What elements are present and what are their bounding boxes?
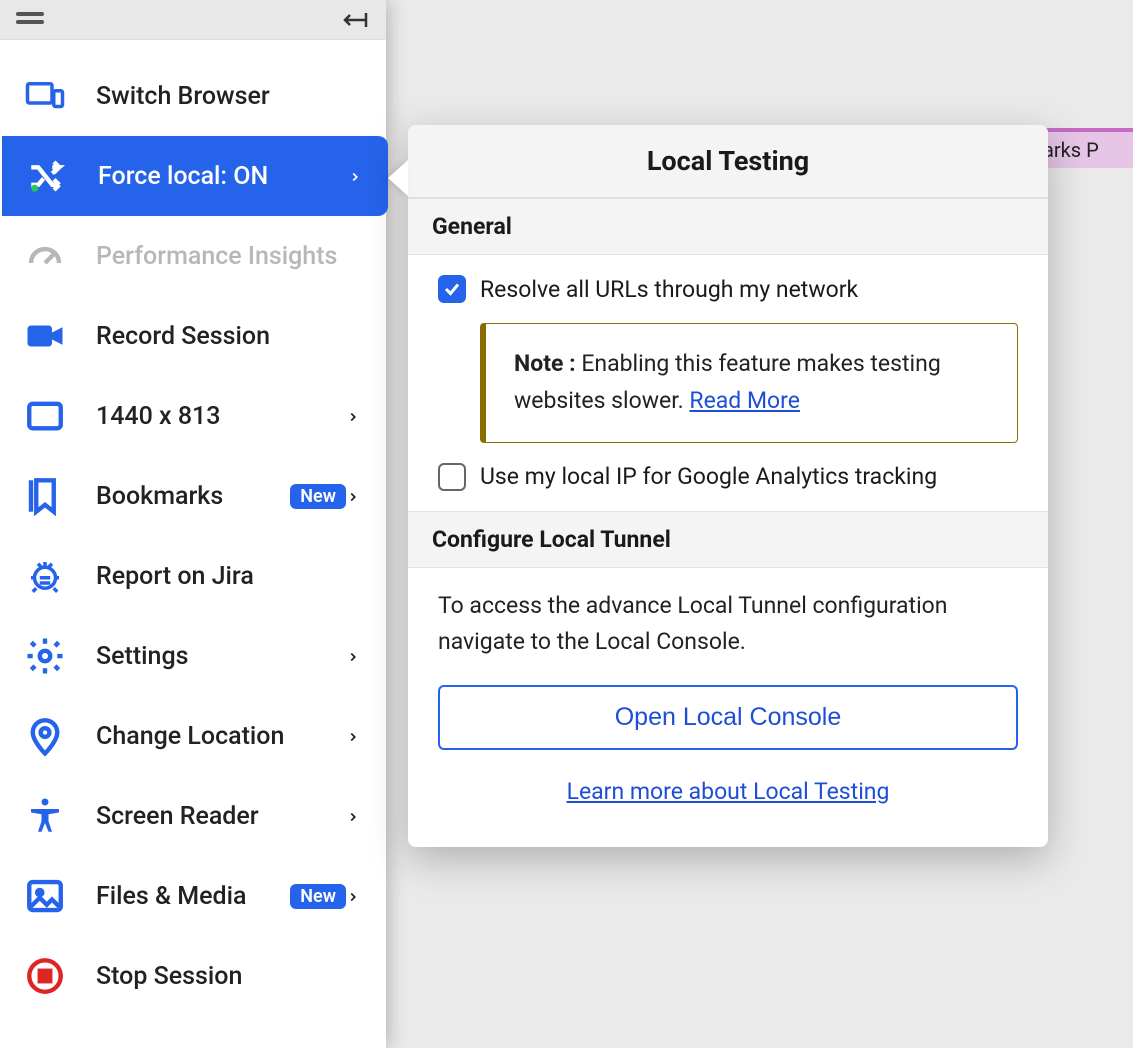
collapse-icon[interactable] [342, 10, 370, 30]
devices-icon [24, 75, 66, 117]
ga-ip-checkbox[interactable] [438, 463, 466, 491]
learn-more-link[interactable]: Learn more about Local Testing [438, 778, 1018, 827]
sidebar-item-label: Change Location [96, 722, 346, 751]
gauge-icon [24, 235, 66, 277]
chevron-right-icon [348, 162, 364, 191]
sidebar-item-files-media[interactable]: Files & Media New [0, 856, 386, 936]
sidebar-item-1440-x-813[interactable]: 1440 x 813 [0, 376, 386, 456]
open-local-console-button[interactable]: Open Local Console [438, 685, 1018, 750]
sidebar-item-bookmarks[interactable]: Bookmarks New [0, 456, 386, 536]
resolve-urls-checkbox[interactable] [438, 275, 466, 303]
chevron-right-icon [346, 722, 362, 751]
gear-icon [24, 635, 66, 677]
sidebar-item-label: Force local: ON [98, 162, 348, 191]
sidebar-item-label: Screen Reader [96, 802, 346, 831]
sidebar-item-label: Files & Media [96, 882, 278, 911]
section-general-heading: General [408, 198, 1048, 255]
chevron-right-icon [346, 802, 362, 831]
sidebar-item-stop-session[interactable]: Stop Session [0, 936, 386, 1016]
chevron-right-icon [346, 402, 362, 431]
sidebar-item-report-on-jira[interactable]: Report on Jira [0, 536, 386, 616]
new-badge: New [290, 884, 346, 909]
aspect-icon [24, 395, 66, 437]
section-tunnel-heading: Configure Local Tunnel [408, 511, 1048, 568]
sidebar-item-performance-insights: Performance Insights [0, 216, 386, 296]
check-icon [443, 280, 461, 298]
bug-icon [24, 555, 66, 597]
resolve-urls-label: Resolve all URLs through my network [480, 276, 858, 303]
new-badge: New [290, 484, 346, 509]
sidebar-item-label: Performance Insights [96, 242, 362, 271]
read-more-link[interactable]: Read More [689, 387, 800, 414]
sidebar-item-label: Bookmarks [96, 482, 278, 511]
flyout-title: Local Testing [408, 125, 1048, 198]
bookmark-icon [24, 475, 66, 517]
video-icon [24, 315, 66, 357]
tunnel-description: To access the advance Local Tunnel confi… [438, 588, 1018, 662]
sidebar-panel: Switch Browser Force local: ON Performance… [0, 0, 386, 1048]
pin-icon [24, 715, 66, 757]
sidebar-item-screen-reader[interactable]: Screen Reader [0, 776, 386, 856]
sidebar-item-label: 1440 x 813 [96, 402, 346, 431]
note-box: Note : Enabling this feature makes testi… [480, 323, 1018, 443]
sidebar-item-settings[interactable]: Settings [0, 616, 386, 696]
sidebar-item-force-local-on[interactable]: Force local: ON [2, 136, 388, 216]
chevron-right-icon [346, 642, 362, 671]
chevron-right-icon [346, 482, 362, 511]
section-general-body: Resolve all URLs through my network Note… [408, 255, 1048, 511]
sidebar-item-switch-browser[interactable]: Switch Browser [0, 56, 386, 136]
background-tab-fragment: arks P [1033, 128, 1133, 168]
sidebar-item-label: Switch Browser [96, 82, 362, 111]
sidebar-item-record-session[interactable]: Record Session [0, 296, 386, 376]
note-prefix: Note : [514, 350, 576, 377]
sidebar-item-change-location[interactable]: Change Location [0, 696, 386, 776]
stop-icon [24, 955, 66, 997]
ga-ip-label: Use my local IP for Google Analytics tra… [480, 463, 937, 490]
sidebar-item-label: Settings [96, 642, 346, 671]
section-tunnel-body: To access the advance Local Tunnel confi… [408, 568, 1048, 848]
ga-ip-row[interactable]: Use my local IP for Google Analytics tra… [438, 463, 1018, 491]
sidebar-item-label: Report on Jira [96, 562, 362, 591]
flyout-arrow [388, 160, 408, 196]
image-icon [24, 875, 66, 917]
resolve-urls-row[interactable]: Resolve all URLs through my network [438, 275, 1018, 303]
shuffle-icon [26, 155, 68, 197]
accessibility-icon [24, 795, 66, 837]
local-testing-flyout: Local Testing General Resolve all URLs t… [408, 125, 1048, 847]
chevron-right-icon [346, 882, 362, 911]
hamburger-icon[interactable] [16, 12, 44, 28]
sidebar-item-label: Record Session [96, 322, 362, 351]
sidebar-topbar [0, 0, 386, 40]
sidebar-item-label: Stop Session [96, 962, 362, 991]
sidebar-list: Switch Browser Force local: ON Performance… [0, 40, 386, 1016]
